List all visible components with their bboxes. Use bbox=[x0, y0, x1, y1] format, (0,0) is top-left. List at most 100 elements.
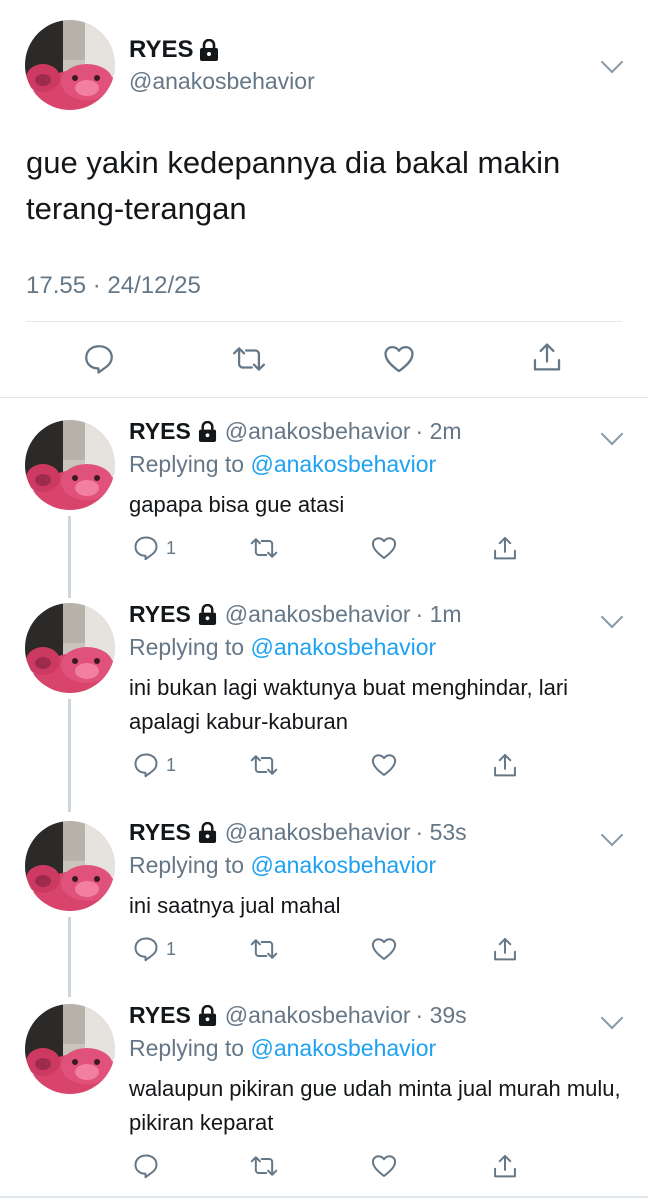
handle[interactable]: @anakosbehavior bbox=[225, 819, 411, 846]
avatar-image bbox=[25, 1004, 115, 1094]
reply-header: RYES @anakosbehavior · 2m bbox=[129, 418, 462, 445]
reply-button[interactable]: 1 bbox=[132, 534, 176, 562]
chevron-down-icon[interactable] bbox=[600, 823, 624, 847]
display-name[interactable]: RYES bbox=[129, 819, 191, 846]
reply-tweet[interactable]: RYES @anakosbehavior · 2m Replying to @a… bbox=[0, 398, 648, 598]
reply-tweet[interactable]: RYES @anakosbehavior · 39s Replying to @… bbox=[0, 982, 648, 1196]
display-name[interactable]: RYES bbox=[129, 36, 193, 64]
display-name[interactable]: RYES bbox=[129, 418, 191, 445]
share-button[interactable] bbox=[491, 935, 519, 965]
mention-link[interactable]: @anakosbehavior bbox=[250, 451, 436, 477]
reply-header: RYES @anakosbehavior · 1m bbox=[129, 601, 462, 628]
like-button[interactable] bbox=[370, 1152, 398, 1180]
like-icon bbox=[371, 537, 397, 559]
share-button[interactable] bbox=[491, 751, 519, 781]
avatar[interactable] bbox=[25, 420, 115, 510]
avatar[interactable] bbox=[25, 1004, 115, 1094]
retweet-icon bbox=[250, 755, 278, 775]
retweet-button[interactable] bbox=[248, 751, 280, 779]
reply-icon bbox=[85, 345, 113, 374]
share-button[interactable] bbox=[530, 340, 564, 376]
relative-time[interactable]: · 39s bbox=[416, 1002, 467, 1029]
handle[interactable]: @anakosbehavior bbox=[225, 418, 411, 445]
lock-icon bbox=[200, 39, 219, 61]
chevron-down-icon[interactable] bbox=[600, 605, 624, 629]
reply-header: RYES @anakosbehavior · 53s bbox=[129, 819, 467, 846]
like-button[interactable] bbox=[370, 751, 398, 779]
reply-tweet[interactable]: RYES @anakosbehavior · 1m Replying to @a… bbox=[0, 581, 648, 812]
retweet-icon bbox=[250, 939, 278, 959]
like-icon bbox=[371, 1155, 397, 1177]
display-name[interactable]: RYES bbox=[129, 1002, 191, 1029]
reply-icon bbox=[134, 536, 158, 561]
share-icon bbox=[494, 536, 516, 560]
reply-button[interactable]: 1 bbox=[132, 751, 176, 779]
avatar[interactable] bbox=[25, 821, 115, 911]
handle[interactable]: @anakosbehavior bbox=[225, 1002, 411, 1029]
lock-icon bbox=[198, 822, 216, 843]
tweet-text: gapapa bisa gue atasi bbox=[129, 492, 345, 517]
mention-link[interactable]: @anakosbehavior bbox=[250, 1035, 436, 1061]
reply-icon bbox=[134, 753, 158, 778]
reply-button[interactable] bbox=[82, 342, 116, 376]
retweet-icon bbox=[250, 1156, 278, 1176]
like-icon bbox=[371, 754, 397, 776]
retweet-icon bbox=[250, 538, 278, 558]
share-icon bbox=[494, 1154, 516, 1178]
avatar-image bbox=[25, 420, 115, 510]
handle[interactable]: @anakosbehavior bbox=[129, 68, 315, 95]
mention-link[interactable]: @anakosbehavior bbox=[250, 634, 436, 660]
avatar-image bbox=[25, 20, 115, 110]
retweet-button[interactable] bbox=[248, 534, 280, 562]
replying-to: Replying to @anakosbehavior bbox=[129, 634, 436, 661]
mention-link[interactable]: @anakosbehavior bbox=[250, 852, 436, 878]
timestamp[interactable]: 17.55 · 24/12/25 bbox=[26, 272, 201, 300]
display-name[interactable]: RYES bbox=[129, 601, 191, 628]
chevron-down-icon[interactable] bbox=[600, 422, 624, 446]
lock-icon bbox=[198, 1005, 216, 1026]
share-button[interactable] bbox=[491, 1152, 519, 1182]
like-icon bbox=[371, 938, 397, 960]
reply-header: RYES @anakosbehavior · 39s bbox=[129, 1002, 467, 1029]
like-icon bbox=[384, 345, 414, 373]
divider bbox=[26, 321, 622, 322]
tweet-actions: 1 bbox=[0, 751, 648, 791]
reply-button[interactable] bbox=[132, 1152, 166, 1180]
share-icon bbox=[533, 343, 561, 371]
tweet-text: ini saatnya jual mahal bbox=[129, 893, 341, 918]
like-button[interactable] bbox=[382, 342, 416, 376]
reply-icon bbox=[134, 937, 158, 962]
avatar[interactable] bbox=[25, 20, 115, 110]
retweet-button[interactable] bbox=[230, 342, 268, 376]
relative-time[interactable]: · 2m bbox=[416, 418, 462, 445]
avatar-image bbox=[25, 821, 115, 911]
share-icon bbox=[494, 753, 516, 777]
replying-prefix: Replying to bbox=[129, 451, 245, 477]
tweet-text: ini bukan lagi waktunya buat menghindar,… bbox=[129, 675, 569, 734]
avatar[interactable] bbox=[25, 603, 115, 693]
tweet-text: walaupun pikiran gue udah minta jual mur… bbox=[129, 1076, 621, 1135]
like-button[interactable] bbox=[370, 534, 398, 562]
relative-time[interactable]: · 1m bbox=[416, 601, 462, 628]
tweet-text: gue yakin kedepannya dia bakal makin ter… bbox=[26, 145, 561, 226]
chevron-down-icon[interactable] bbox=[600, 50, 624, 74]
share-icon bbox=[494, 937, 516, 961]
lock-icon bbox=[198, 421, 216, 442]
replying-prefix: Replying to bbox=[129, 852, 245, 878]
avatar-image bbox=[25, 603, 115, 693]
retweet-button[interactable] bbox=[248, 1152, 280, 1180]
display-name-row[interactable]: RYES bbox=[129, 36, 219, 64]
replying-prefix: Replying to bbox=[129, 1035, 245, 1061]
reply-button[interactable]: 1 bbox=[132, 935, 176, 963]
reply-tweet[interactable]: RYES @anakosbehavior · 53s Replying to @… bbox=[0, 799, 648, 997]
chevron-down-icon[interactable] bbox=[600, 1006, 624, 1030]
handle[interactable]: @anakosbehavior bbox=[225, 601, 411, 628]
reply-count: 1 bbox=[166, 537, 177, 558]
like-button[interactable] bbox=[370, 935, 398, 963]
tweet-actions bbox=[0, 340, 648, 380]
share-button[interactable] bbox=[491, 534, 519, 564]
retweet-icon bbox=[232, 347, 266, 371]
tweet-actions: 1 bbox=[0, 935, 648, 975]
retweet-button[interactable] bbox=[248, 935, 280, 963]
relative-time[interactable]: · 53s bbox=[416, 819, 467, 846]
